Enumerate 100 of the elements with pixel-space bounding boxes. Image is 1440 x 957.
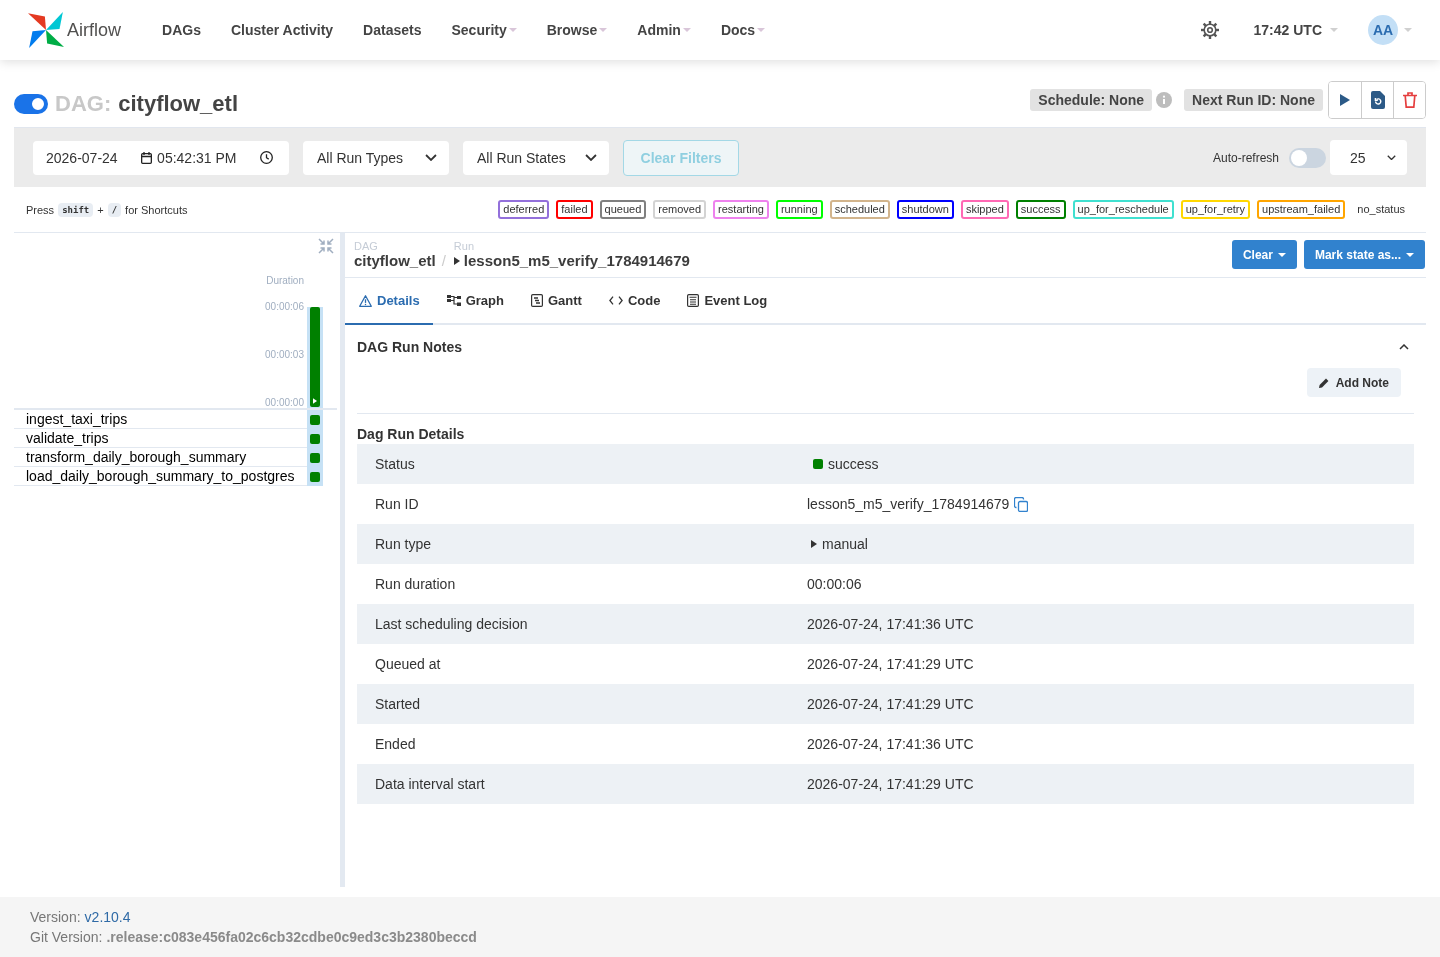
brand-link[interactable]: Airflow	[28, 12, 121, 48]
run-type-select[interactable]: All Run Types	[303, 140, 449, 175]
detail-value: manual	[822, 536, 868, 552]
nav-menu-item[interactable]: Datasets	[348, 22, 437, 38]
detail-value: success	[828, 456, 879, 472]
list-document-icon	[687, 294, 700, 307]
legend-item: failed	[556, 200, 593, 219]
chevron-down-icon	[585, 154, 597, 161]
triangle-icon	[313, 398, 317, 404]
status-square-icon[interactable]	[310, 433, 320, 444]
file-refresh-icon	[1370, 90, 1385, 109]
tab[interactable]: Graph	[432, 278, 517, 325]
caret-icon	[757, 28, 766, 32]
settings-icon[interactable]	[1199, 20, 1220, 40]
caret-icon	[1404, 28, 1412, 32]
caret-icon	[1330, 28, 1338, 32]
tab[interactable]: Code	[594, 278, 674, 325]
legend-item: up_for_reschedule	[1072, 200, 1174, 219]
task-name[interactable]: load_daily_borough_summary_to_postgres	[14, 467, 307, 486]
task-name[interactable]: ingest_taxi_trips	[14, 410, 307, 429]
page-size-select[interactable]: 25	[1330, 140, 1407, 175]
clock-icon[interactable]	[260, 151, 273, 164]
delete-button[interactable]	[1393, 81, 1425, 118]
caret-icon	[508, 28, 517, 32]
axis-tick-label: 00:00:03	[265, 349, 304, 360]
user-avatar[interactable]: AA	[1368, 15, 1398, 45]
keyboard-key: /	[107, 202, 122, 217]
detail-label: Run type	[374, 536, 433, 552]
tab[interactable]: Details	[345, 278, 433, 325]
chevron-up-icon[interactable]	[1399, 344, 1409, 350]
detail-label: Ended	[374, 736, 417, 752]
version-link[interactable]: v2.10.4	[84, 907, 131, 927]
toggle-switch[interactable]	[1289, 147, 1326, 168]
nav-menu-item[interactable]: Docs	[705, 22, 781, 38]
add-note-button[interactable]: Add Note	[1306, 368, 1401, 397]
warning-triangle-icon	[359, 294, 372, 307]
version-label: Version:	[30, 908, 81, 927]
collapse-icon[interactable]	[318, 238, 334, 254]
detail-label: Started	[374, 696, 422, 712]
trash-icon	[1402, 91, 1417, 108]
graph-icon	[446, 295, 461, 306]
nav-menu-item[interactable]: DAGs	[147, 22, 216, 38]
dag-title: cityflow_etl	[118, 90, 239, 117]
nav-menu-item[interactable]: Security	[436, 22, 532, 38]
breadcrumb-label: Run	[453, 240, 476, 252]
legend-item: success	[1015, 200, 1066, 219]
toggle-switch[interactable]	[14, 93, 48, 114]
detail-value: 2026-07-24, 17:41:29 UTC	[807, 776, 974, 792]
run-state-select[interactable]: All Run States	[463, 140, 609, 175]
breadcrumb-link[interactable]: cityflow_etl	[354, 252, 436, 270]
date-time-field[interactable]: 2026-07-24 05:42:31 PM	[33, 140, 289, 175]
hint-text: for Shortcuts	[125, 203, 188, 216]
caret-icon	[1277, 252, 1286, 257]
breadcrumb-separator: /	[441, 252, 446, 270]
status-square-icon[interactable]	[310, 471, 320, 482]
status-square-icon[interactable]	[310, 452, 320, 463]
caret-icon	[682, 28, 691, 32]
caret-icon	[599, 28, 608, 32]
legend-item: deferred	[498, 200, 550, 219]
run-id-title: lesson5_m5_verify_1784914679	[463, 252, 690, 270]
copy-icon[interactable]	[1014, 496, 1029, 512]
schedule-badge: Schedule: None	[1030, 88, 1153, 111]
hint-text: +	[97, 203, 104, 216]
detail-label: Run ID	[374, 496, 420, 512]
nav-menu-item[interactable]: Cluster Activity	[215, 22, 349, 38]
play-icon	[1340, 93, 1350, 106]
git-version-hash: .release:c083e456fa02c6cb32cdbe0c9ed3c3b2380beccd	[106, 928, 477, 947]
tab[interactable]: Event Log	[673, 278, 781, 325]
nav-menu-item[interactable]: Admin	[622, 22, 706, 38]
gantt-chart-icon	[530, 294, 543, 307]
legend-item: running	[775, 200, 823, 219]
detail-value: 2026-07-24, 17:41:36 UTC	[807, 736, 974, 752]
axis-tick-label: 00:00:00	[265, 397, 304, 408]
legend-item: queued	[599, 200, 647, 219]
section-title: Dag Run Details	[357, 425, 466, 444]
triangle-icon	[811, 540, 817, 548]
breadcrumb-label: DAG	[354, 240, 379, 252]
detail-value: 2026-07-24, 17:41:29 UTC	[807, 656, 974, 672]
detail-label: Last scheduling decision	[374, 616, 529, 632]
legend-item: up_for_retry	[1180, 200, 1250, 219]
calendar-icon[interactable]	[141, 151, 153, 164]
timezone-menu[interactable]: 17:42 UTC	[1253, 22, 1338, 38]
axis-tick-label: 00:00:06	[265, 301, 304, 312]
status-square-icon[interactable]	[310, 414, 320, 425]
legend-item: removed	[653, 200, 707, 219]
pencil-icon	[1318, 377, 1329, 388]
detail-value: 2026-07-24, 17:41:29 UTC	[807, 696, 974, 712]
legend-item: skipped	[960, 200, 1009, 219]
section-title: DAG Run Notes	[357, 339, 462, 355]
nav-menu-item[interactable]: Browse	[531, 22, 623, 38]
legend-item: restarting	[713, 200, 769, 219]
pinwheel-logo-icon	[28, 12, 64, 48]
auto-refresh-label: Auto-refresh	[1212, 150, 1279, 165]
task-name[interactable]: transform_daily_borough_summary	[14, 448, 307, 467]
action-menu-button[interactable]: Clear	[1231, 240, 1297, 269]
info-icon	[1156, 91, 1173, 108]
tab[interactable]: Gantt	[516, 278, 595, 325]
task-name[interactable]: validate_trips	[14, 429, 307, 448]
detail-value: lesson5_m5_verify_1784914679	[807, 496, 1010, 512]
action-menu-button[interactable]: Mark state as...	[1303, 240, 1425, 269]
